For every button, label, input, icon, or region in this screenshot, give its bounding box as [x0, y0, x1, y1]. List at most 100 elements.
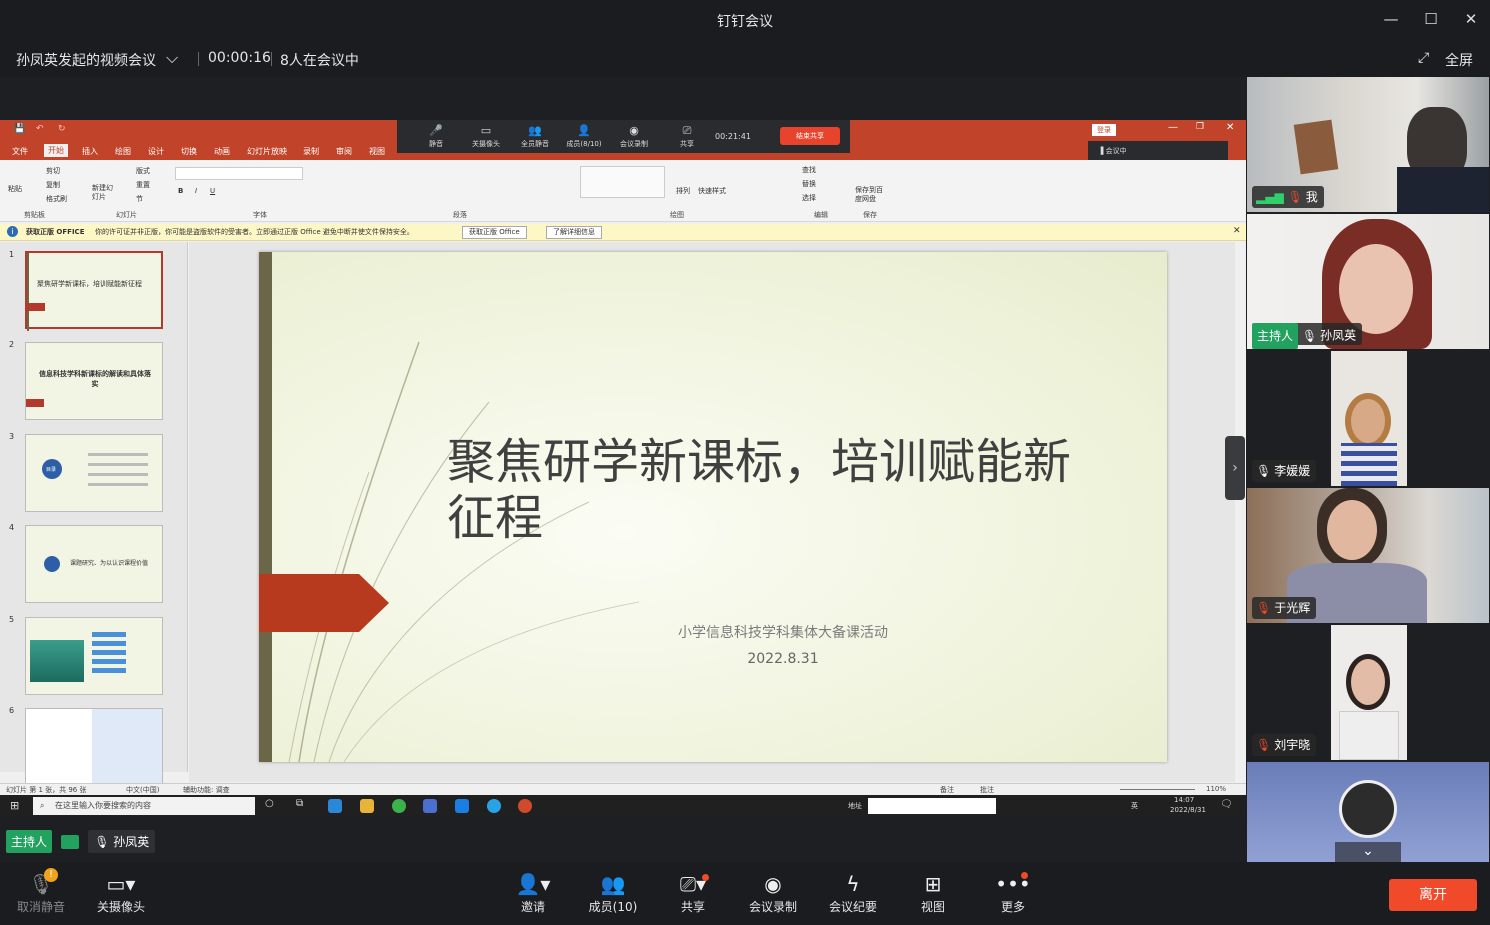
- ppt-tab-review[interactable]: 审阅: [336, 146, 352, 157]
- edge-icon[interactable]: [328, 799, 342, 813]
- task-view-icon[interactable]: ⧉: [296, 798, 303, 809]
- dingtalk-icon[interactable]: [455, 799, 469, 813]
- paste-button[interactable]: 粘贴: [8, 184, 22, 194]
- find-button[interactable]: 查找: [802, 165, 816, 175]
- quick-styles-button[interactable]: 快速样式: [698, 186, 726, 196]
- section-button[interactable]: 节: [136, 194, 143, 204]
- save-icon[interactable]: 💾: [14, 124, 25, 134]
- format-painter-button[interactable]: 格式刷: [46, 194, 67, 204]
- reset-button[interactable]: 重置: [136, 180, 150, 190]
- ime-indicator[interactable]: 英: [1131, 801, 1138, 811]
- chevron-down-icon[interactable]: ⌵: [166, 48, 178, 68]
- members-button[interactable]: 👥 成员(10): [578, 872, 648, 915]
- get-office-button[interactable]: 获取正版 Office: [462, 226, 527, 239]
- chevron-right-icon[interactable]: ›: [1225, 436, 1245, 500]
- taskbar-search[interactable]: ⌕ 在这里输入你要搜索的内容: [33, 797, 255, 815]
- participant-tile[interactable]: 🎙 刘宇晓: [1247, 625, 1489, 760]
- participant-tile[interactable]: ⌄: [1247, 762, 1489, 862]
- powerpoint-icon[interactable]: [518, 799, 532, 813]
- slide-thumbnail[interactable]: 聚焦研学新课标，培训赋能新征程: [25, 251, 163, 331]
- ppt-tab-transitions[interactable]: 切换: [181, 146, 197, 157]
- replace-button[interactable]: 替换: [802, 179, 816, 189]
- more-button[interactable]: ••• 更多: [978, 872, 1048, 915]
- slide-subtitle[interactable]: 小学信息科技学科集体大备课活动: [509, 622, 1057, 642]
- chevron-down-icon[interactable]: ⌄: [1335, 842, 1401, 862]
- fullscreen-icon[interactable]: ⤢: [1418, 50, 1429, 66]
- ppt-tab-record[interactable]: 录制: [303, 146, 319, 157]
- ppt-tab-animations[interactable]: 动画: [214, 146, 230, 157]
- copy-button[interactable]: 复制: [46, 180, 60, 190]
- view-button[interactable]: ⊞ 视图: [898, 872, 968, 915]
- slide-thumbnail[interactable]: [25, 708, 163, 787]
- windows-start-icon[interactable]: ⊞: [10, 799, 19, 812]
- maximize-icon[interactable]: ☐: [1420, 8, 1442, 30]
- select-button[interactable]: 选择: [802, 193, 816, 203]
- comments-button[interactable]: 批注: [980, 785, 994, 795]
- participant-tile[interactable]: ▂▄▆ 🎙 我: [1247, 77, 1489, 212]
- font-family-select[interactable]: [175, 167, 303, 180]
- ppt-tab-slideshow[interactable]: 幻灯片放映: [247, 146, 287, 157]
- login-button[interactable]: 登录: [1092, 124, 1116, 136]
- undo-icon[interactable]: ↶: [36, 124, 44, 134]
- layout-button[interactable]: 版式: [136, 166, 150, 176]
- underline-button[interactable]: U: [210, 187, 215, 195]
- save-to-baidu-button[interactable]: 保存到百度网盘: [855, 186, 889, 204]
- participant-tile[interactable]: 🎙 李媛媛: [1247, 351, 1489, 486]
- end-share-button[interactable]: 结束共享: [780, 127, 840, 145]
- file-explorer-icon[interactable]: [360, 799, 374, 813]
- floating-members-button[interactable]: 👤 成员(8/10): [564, 124, 604, 149]
- close-icon[interactable]: ✕: [1460, 8, 1482, 30]
- zoom-slider[interactable]: [1120, 789, 1195, 790]
- meeting-status-pill[interactable]: ▐ 会议中: [1088, 141, 1228, 161]
- participant-tile[interactable]: 🎙 于光辉: [1247, 488, 1489, 623]
- minimize-icon[interactable]: —: [1380, 8, 1402, 30]
- new-slide-button[interactable]: 新建幻灯片: [92, 184, 116, 202]
- ppt-tab-insert[interactable]: 插入: [82, 146, 98, 157]
- accessibility-status[interactable]: 辅助功能: 调查: [183, 785, 230, 795]
- ppt-tab-home[interactable]: 开始: [44, 144, 68, 157]
- minutes-button[interactable]: ϟ 会议纪要: [818, 872, 888, 915]
- floating-record-button[interactable]: ◉ 会议录制: [614, 124, 654, 149]
- slide-title[interactable]: 聚焦研学新课标，培训赋能新征程: [447, 434, 1087, 546]
- fullscreen-button[interactable]: 全屏: [1445, 50, 1473, 70]
- ppt-minimize-icon[interactable]: —: [1168, 122, 1178, 133]
- slide-thumbnail[interactable]: 课题研究、为以认识课程价值: [25, 525, 163, 603]
- ppt-tab-draw[interactable]: 绘图: [115, 146, 131, 157]
- ppt-restore-icon[interactable]: ❐: [1196, 122, 1204, 132]
- learn-more-button[interactable]: 了解详细信息: [546, 226, 602, 239]
- app-blue-icon[interactable]: [487, 799, 501, 813]
- ppt-tab-view[interactable]: 视图: [369, 146, 385, 157]
- record-button[interactable]: ◉ 会议录制: [738, 872, 808, 915]
- app-green-icon[interactable]: [392, 799, 406, 813]
- floating-mute-button[interactable]: 🎤 静音: [416, 124, 456, 149]
- italic-button[interactable]: I: [195, 187, 197, 195]
- store-icon[interactable]: [423, 799, 437, 813]
- ppt-close-icon[interactable]: ✕: [1226, 122, 1234, 133]
- share-button[interactable]: ⎚▾ 共享: [658, 872, 728, 915]
- participant-tile[interactable]: 主持人 🎙 孙凤英: [1247, 214, 1489, 349]
- slide-thumbnail[interactable]: [25, 617, 163, 695]
- ppt-tab-design[interactable]: 设计: [148, 146, 164, 157]
- redo-icon[interactable]: ↻: [58, 124, 66, 134]
- leave-button[interactable]: 离开: [1389, 879, 1477, 911]
- slide-thumbnail[interactable]: 目录: [25, 434, 163, 512]
- bold-button[interactable]: B: [178, 187, 183, 195]
- floating-camera-button[interactable]: ▭ 关摄像头: [466, 124, 506, 149]
- camera-off-button[interactable]: ▭▾ 关摄像头: [86, 872, 156, 915]
- current-slide[interactable]: 聚焦研学新课标，培训赋能新征程 小学信息科技学科集体大备课活动 2022.8.3…: [259, 252, 1167, 762]
- invite-button[interactable]: 👤▾ 邀请: [498, 872, 568, 915]
- ppt-tab-file[interactable]: 文件: [12, 146, 28, 157]
- floating-mute-all-button[interactable]: 👥 全员静音: [515, 124, 555, 149]
- address-input[interactable]: [868, 798, 996, 814]
- shapes-gallery[interactable]: [580, 166, 665, 198]
- cut-button[interactable]: 剪切: [46, 166, 60, 176]
- warning-close-icon[interactable]: ✕: [1233, 226, 1241, 236]
- unmute-button[interactable]: 🎙 取消静音 !: [6, 868, 76, 915]
- meeting-title[interactable]: 孙凤英发起的视频会议: [16, 50, 156, 70]
- slide-date[interactable]: 2022.8.31: [509, 651, 1057, 667]
- floating-share-button[interactable]: ⎚ 共享: [667, 124, 707, 149]
- notes-button[interactable]: 备注: [940, 785, 954, 795]
- slide-thumbnail[interactable]: 信息科技学科新课标的解读和具体落实: [25, 342, 163, 420]
- arrange-button[interactable]: 排列: [676, 186, 690, 196]
- notification-icon[interactable]: 🗨: [1220, 799, 1233, 810]
